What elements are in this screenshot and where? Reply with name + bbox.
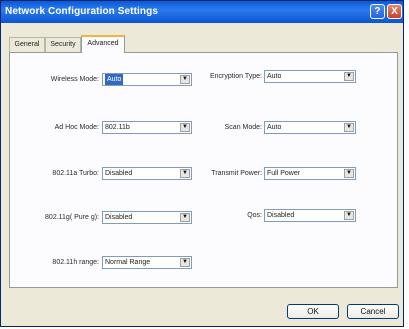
qos-value: Disabled	[267, 212, 295, 219]
turbo-select[interactable]: Disabled ▼	[102, 167, 192, 180]
scan-mode-label: Scan Mode:	[224, 124, 262, 131]
tab-advanced[interactable]: Advanced	[81, 35, 125, 53]
title-bar[interactable]: Network Configuration Settings ? X	[1, 1, 403, 23]
qos-label: Qos:	[247, 212, 262, 219]
settings-dialog: Network Configuration Settings ? X Gener…	[0, 0, 404, 327]
help-button[interactable]: ?	[370, 4, 385, 19]
chevron-down-icon[interactable]: ▼	[180, 123, 190, 132]
chevron-down-icon[interactable]: ▼	[344, 72, 354, 81]
scan-mode-select[interactable]: Auto ▼	[264, 121, 356, 134]
chevron-down-icon[interactable]: ▼	[344, 169, 354, 178]
encryption-type-label: Encryption Type:	[209, 73, 262, 80]
tab-security[interactable]: Security	[45, 37, 81, 52]
scan-mode-value: Auto	[267, 124, 282, 131]
transmit-power-select[interactable]: Full Power ▼	[264, 167, 356, 180]
chevron-down-icon[interactable]: ▼	[344, 211, 354, 220]
close-button[interactable]: X	[387, 4, 402, 19]
window-title: Network Configuration Settings	[5, 6, 158, 17]
transmit-power-label: Transmit Power:	[211, 170, 262, 177]
ad-hoc-mode-value: 802.11b	[105, 124, 130, 131]
tab-label: General	[14, 41, 40, 48]
tab-label: Advanced	[87, 40, 119, 47]
qos-select[interactable]: Disabled ▼	[264, 209, 356, 222]
advanced-panel: Wireless Mode: Auto ▼ Ad Hoc Mode: 802.1…	[9, 52, 398, 288]
chevron-down-icon[interactable]: ▼	[180, 169, 190, 178]
pure-g-select[interactable]: Disabled ▼	[102, 211, 192, 224]
chevron-down-icon[interactable]: ▼	[344, 123, 354, 132]
ad-hoc-mode-label: Ad Hoc Mode:	[54, 124, 99, 131]
range-select[interactable]: Normal Range ▼	[102, 256, 192, 269]
wireless-mode-label: Wireless Mode:	[50, 76, 99, 83]
encryption-type-select[interactable]: Auto ▼	[264, 70, 356, 83]
chevron-down-icon[interactable]: ▼	[180, 75, 190, 84]
pure-g-value: Disabled	[105, 214, 133, 221]
turbo-value: Disabled	[105, 170, 133, 177]
tab-general[interactable]: General	[9, 37, 45, 52]
chevron-down-icon[interactable]: ▼	[180, 213, 190, 222]
chevron-down-icon[interactable]: ▼	[180, 258, 190, 267]
turbo-label: 802.11a Turbo:	[52, 170, 99, 177]
wireless-mode-select[interactable]: Auto ▼	[102, 73, 192, 86]
ok-button[interactable]: OK	[287, 304, 339, 319]
ad-hoc-mode-select[interactable]: 802.11b ▼	[102, 121, 192, 134]
help-icon: ?	[374, 6, 381, 17]
cancel-button[interactable]: Cancel	[347, 304, 399, 319]
range-value: Normal Range	[105, 259, 151, 266]
range-label: 802.11h range:	[52, 259, 99, 266]
wireless-mode-value: Auto	[105, 74, 124, 85]
close-icon: X	[391, 6, 398, 17]
pure-g-label: 802.11g( Pure g):	[45, 214, 99, 221]
tab-label: Security	[50, 41, 76, 48]
transmit-power-value: Full Power	[267, 170, 301, 177]
encryption-type-value: Auto	[267, 73, 282, 80]
